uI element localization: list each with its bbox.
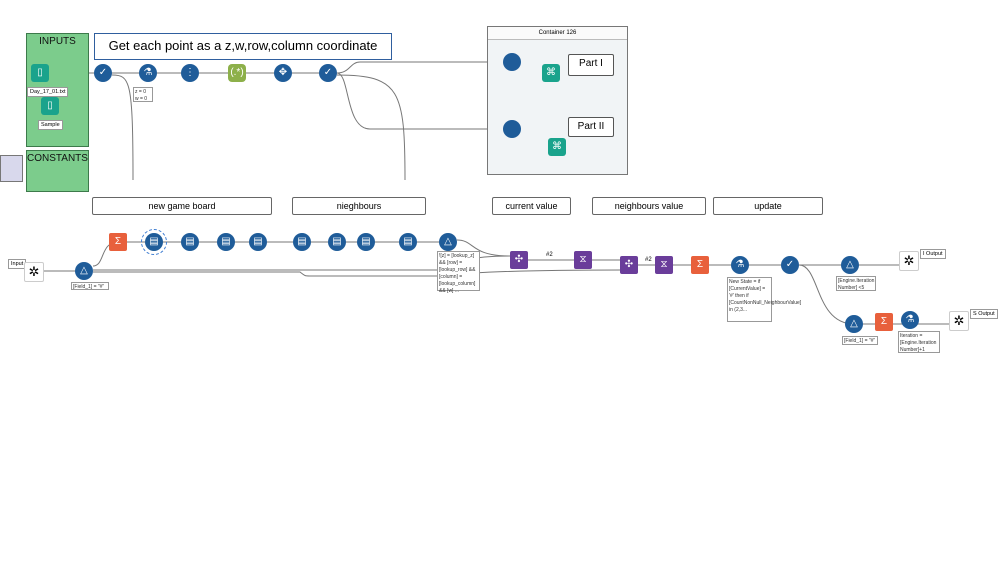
wire — [336, 74, 406, 181]
dna-icon[interactable]: ⧖ — [574, 251, 592, 269]
filter-icon[interactable]: △ — [845, 315, 863, 333]
macro-tool-icon[interactable] — [503, 120, 521, 138]
crosstab-icon[interactable]: ✥ — [274, 64, 292, 82]
constants-container[interactable]: CONSTANTS — [26, 150, 89, 192]
constants-title: CONSTANTS — [27, 153, 88, 164]
annotation-formula-init: z = 0 w = 0 — [133, 87, 153, 102]
append-icon[interactable]: ▤ — [357, 233, 375, 251]
dna-icon[interactable]: ⧖ — [655, 256, 673, 274]
comment-new-game-board: new game board — [92, 197, 272, 215]
join-icon[interactable]: ✣ — [620, 256, 638, 274]
annotation-formula-update: New State = if [CurrentValue] = '#' then… — [727, 277, 801, 322]
sigma-icon[interactable]: Σ — [875, 313, 893, 331]
filter-icon[interactable]: △ — [75, 262, 93, 280]
filter-icon[interactable]: △ — [841, 256, 859, 274]
wire — [336, 72, 502, 130]
comment-neighbours: nieghbours — [292, 197, 426, 215]
gear-icon[interactable]: ✲ — [24, 262, 44, 282]
inputs-title: INPUTS — [39, 36, 76, 47]
join-label: #2 — [546, 252, 553, 258]
comment-update: update — [713, 197, 823, 215]
binoculars-icon[interactable]: ⌘ — [548, 138, 566, 156]
book-icon[interactable]: ▯ — [41, 97, 59, 115]
sigma-icon[interactable]: Σ — [109, 233, 127, 251]
annotation-filter-iter: [Engine.Iteration Number] <5 — [836, 276, 876, 291]
flask-icon[interactable]: ⚗ — [139, 64, 157, 82]
sigma-icon[interactable]: Σ — [691, 256, 709, 274]
check-icon[interactable]: ✓ — [781, 256, 799, 274]
gear-icon[interactable]: ✲ — [899, 251, 919, 271]
check-icon[interactable]: ✓ — [319, 64, 337, 82]
annotation-formula-iter: Iteration = [Engine.Iteration Number]+1 — [898, 331, 940, 353]
collapsed-container[interactable] — [0, 155, 23, 182]
join-icon[interactable]: ✣ — [510, 251, 528, 269]
append-icon[interactable]: ▤ — [181, 233, 199, 251]
i-output-label: I Output — [920, 249, 946, 259]
input-label-file1: Day_17_01.txt — [27, 87, 69, 97]
join-label: #2 — [645, 257, 652, 263]
filter-icon[interactable]: △ — [439, 233, 457, 251]
container-126-title: Container 126 — [538, 30, 577, 36]
append-icon[interactable]: ▤ — [141, 229, 167, 255]
part-1-comment: Part I — [568, 54, 614, 76]
annotation-filter-input: [Field_1] = "#" — [71, 282, 109, 290]
append-icon[interactable]: ▤ — [249, 233, 267, 251]
input-label-file2: Sample — [38, 120, 63, 130]
part-2-comment: Part II — [568, 117, 614, 137]
flask-icon[interactable]: ⚗ — [901, 311, 919, 329]
append-icon[interactable]: ▤ — [293, 233, 311, 251]
append-icon[interactable]: ▤ — [399, 233, 417, 251]
annotation-filter-join: ![z] = [lookup_z] && [row] = [lookup_row… — [437, 251, 480, 294]
check-icon[interactable]: ✓ — [94, 64, 112, 82]
flask-icon[interactable]: ⚗ — [731, 256, 749, 274]
gear-icon[interactable]: ✲ — [949, 311, 969, 331]
regex-icon[interactable]: (.*) — [228, 64, 246, 82]
title-comment: Get each point as a z,w,row,column coord… — [94, 33, 392, 60]
container-126-header[interactable]: Container 126 — [488, 27, 627, 40]
record-id-icon[interactable]: ⋮ — [181, 64, 199, 82]
wire — [336, 61, 502, 74]
wire — [93, 269, 623, 277]
append-icon[interactable]: ▤ — [328, 233, 346, 251]
book-icon[interactable]: ▯ — [31, 64, 49, 82]
comment-neighbours-value: neighbours value — [592, 197, 706, 215]
annotation-filter-field: [Field_1] = "#" — [842, 336, 878, 345]
binoculars-icon[interactable]: ⌘ — [542, 64, 560, 82]
comment-current-value: current value — [492, 197, 571, 215]
macro-tool-icon[interactable] — [503, 53, 521, 71]
wire — [111, 74, 134, 181]
s-output-label: S Output — [970, 309, 998, 319]
append-icon[interactable]: ▤ — [217, 233, 235, 251]
